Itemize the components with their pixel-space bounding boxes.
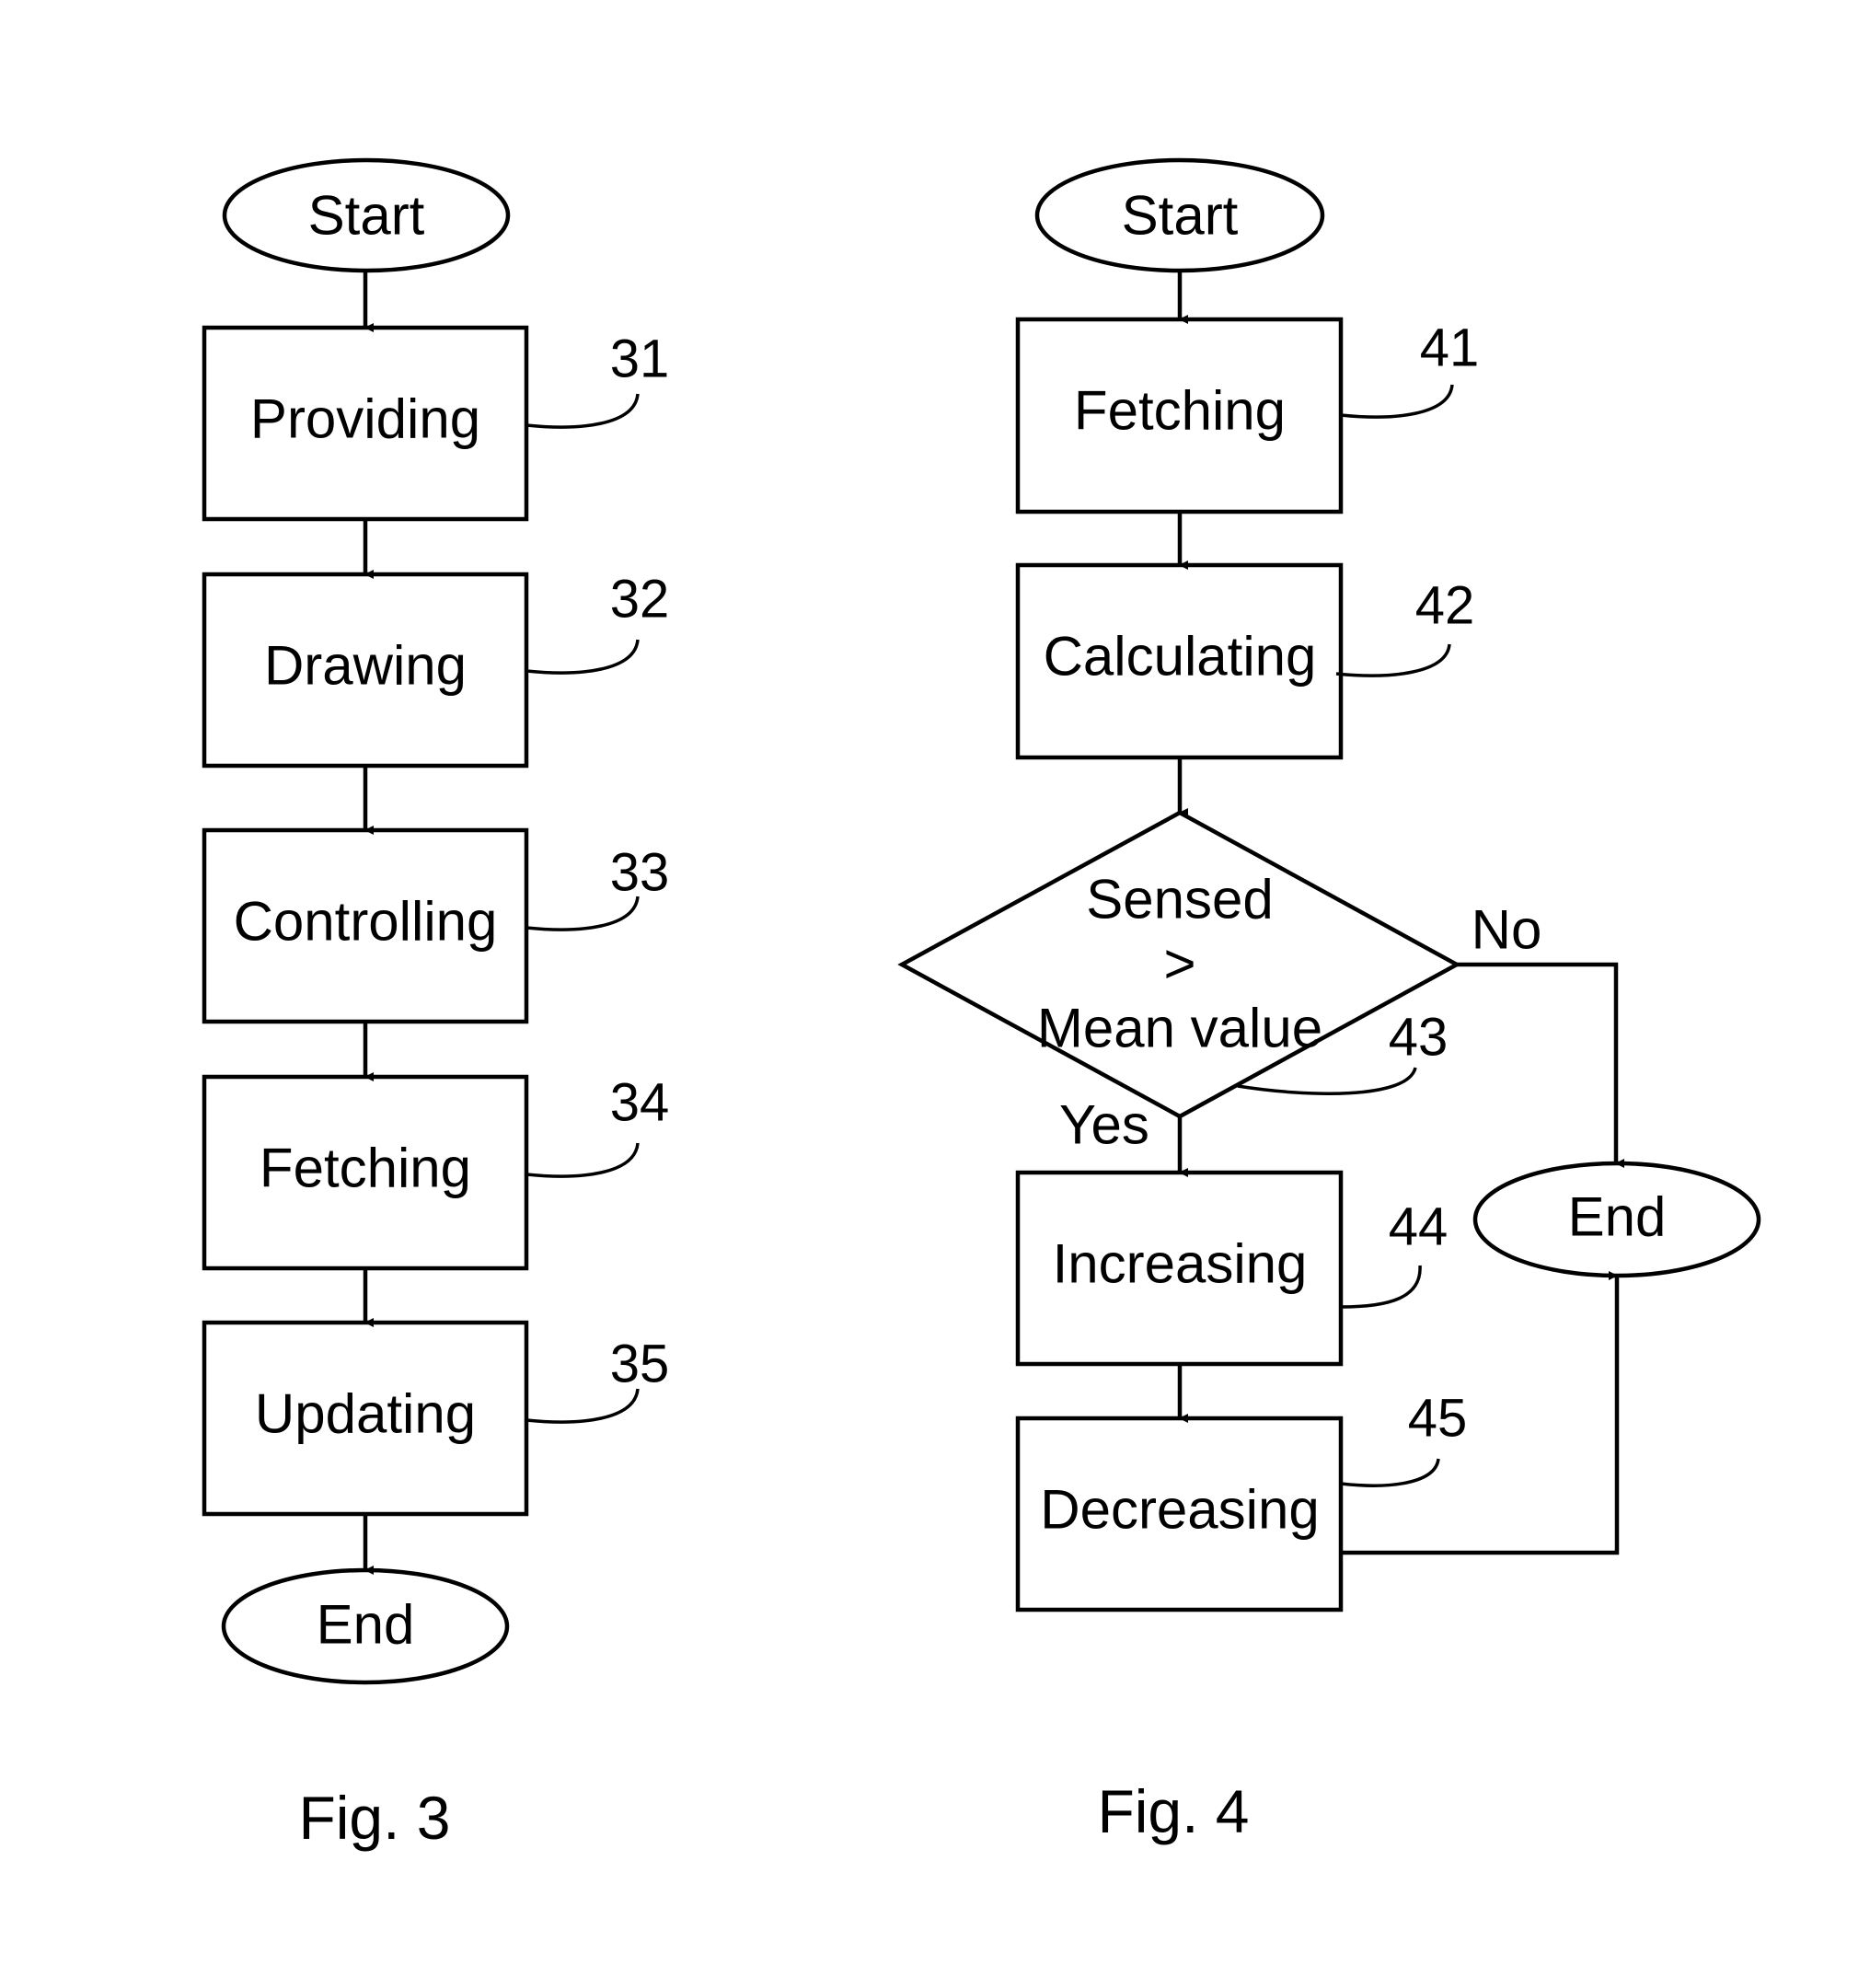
fig3-end-label: End bbox=[317, 1594, 415, 1656]
fig4-step-1: Fetching 41 bbox=[1015, 317, 1480, 514]
fig3-step-label: Controlling bbox=[234, 891, 498, 953]
fig4-step-label: Decreasing bbox=[1040, 1479, 1320, 1541]
fig4-return-arrow bbox=[1341, 1271, 1620, 1555]
fig3-ref-number: 33 bbox=[610, 843, 670, 903]
fig4-decision-line2: > bbox=[1163, 933, 1195, 995]
fig4-step-label: Fetching bbox=[1074, 380, 1286, 442]
fig4-caption: Fig. 4 bbox=[1097, 1777, 1249, 1845]
fig4-yes-label: Yes bbox=[1059, 1094, 1149, 1156]
fig3-ref-leader bbox=[525, 393, 640, 429]
fig4-end-label: End bbox=[1568, 1186, 1667, 1248]
fig3-ref-leader bbox=[525, 639, 640, 675]
fig3-step-label: Providing bbox=[250, 388, 480, 450]
fig4-ref-leader bbox=[1340, 1458, 1440, 1487]
fig3-step-3: Controlling 33 bbox=[202, 827, 670, 1024]
fig4-step-label: Calculating bbox=[1044, 626, 1317, 688]
fig3-ref-leader bbox=[525, 1142, 640, 1178]
fig4-ref-number: 44 bbox=[1389, 1197, 1449, 1257]
fig3-ref-number: 34 bbox=[610, 1073, 670, 1133]
fig4-ref-leader bbox=[1340, 384, 1454, 419]
fig4-ref-number: 42 bbox=[1415, 576, 1475, 636]
fig3-step-2: Drawing 32 bbox=[202, 570, 670, 769]
fig4-ref-number: 45 bbox=[1408, 1389, 1468, 1449]
fig4-no-label: No bbox=[1472, 899, 1542, 961]
fig3-step-1: Providing 31 bbox=[202, 325, 670, 522]
fig4-decision-line1: Sensed bbox=[1086, 869, 1274, 930]
fig4-ref-number: 43 bbox=[1389, 1008, 1449, 1068]
fig3-ref-number: 31 bbox=[610, 329, 670, 389]
fig4-start-label: Start bbox=[1122, 185, 1239, 247]
flowchart-figures: Start Providing 31 Drawing 32 Controllin… bbox=[202, 157, 1761, 1852]
fig4-ref-leader bbox=[1340, 1265, 1422, 1309]
fig4-step-2: Calculating 42 bbox=[1015, 562, 1475, 760]
fig4-decision: Sensed > Mean value 43 No Yes bbox=[897, 810, 1542, 1156]
fig4-decision-line3: Mean value bbox=[1037, 998, 1322, 1059]
fig3: Start Providing 31 Drawing 32 Controllin… bbox=[202, 157, 670, 1852]
fig3-ref-number: 32 bbox=[610, 570, 670, 630]
fig3-step-label: Updating bbox=[255, 1383, 476, 1445]
fig4-step-4: Decreasing 45 bbox=[1015, 1389, 1468, 1612]
fig3-step-5: Updating 35 bbox=[202, 1320, 670, 1517]
fig3-ref-number: 35 bbox=[610, 1335, 670, 1394]
fig4-step-3: Increasing 44 bbox=[1015, 1170, 1449, 1367]
fig3-caption: Fig. 3 bbox=[298, 1784, 450, 1852]
fig3-start-label: Start bbox=[308, 185, 425, 247]
fig3-step-label: Fetching bbox=[260, 1138, 471, 1199]
fig4-no-arrow bbox=[1457, 962, 1624, 1168]
fig3-step-label: Drawing bbox=[264, 635, 467, 697]
fig3-step-4: Fetching 34 bbox=[202, 1073, 670, 1271]
fig4-ref-number: 41 bbox=[1420, 318, 1480, 378]
fig4: Start Fetching 41 Calculating 42 Sensed … bbox=[897, 157, 1761, 1845]
fig4-ref-leader bbox=[1335, 643, 1451, 677]
fig4-step-label: Increasing bbox=[1053, 1233, 1308, 1295]
